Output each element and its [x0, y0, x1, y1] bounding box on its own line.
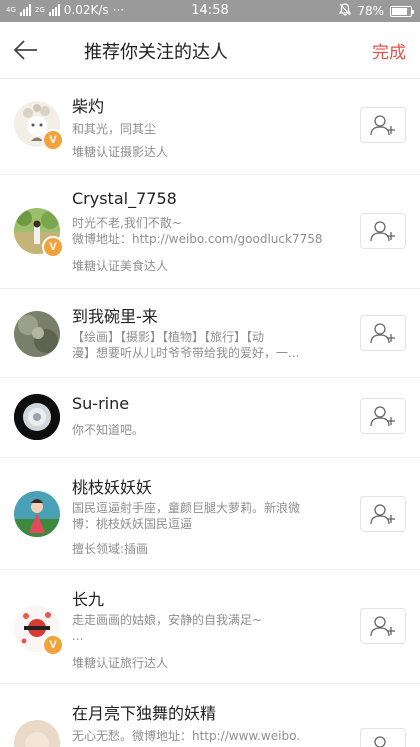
avatar-image	[14, 311, 60, 357]
verified-badge-icon: V	[42, 634, 64, 656]
avatar-image	[14, 720, 60, 747]
user-certification: 堆糖认证美食达人	[72, 259, 169, 273]
page-title: 推荐你关注的达人	[84, 42, 228, 63]
user-bio: 无心无愁。微博地址：http://www.weibo.	[72, 729, 301, 743]
battery-percent: 78%	[357, 4, 384, 18]
user-bio: 和其光，同其尘	[72, 122, 157, 136]
verified-badge-icon: V	[42, 236, 64, 258]
user-name[interactable]: 到我碗里-来	[72, 303, 158, 327]
add-user-icon	[374, 736, 386, 747]
follow-button[interactable]	[360, 213, 406, 249]
avatar[interactable]	[14, 311, 60, 357]
add-user-icon	[370, 323, 395, 344]
avatar[interactable]	[14, 720, 60, 747]
add-user-icon	[370, 115, 395, 136]
follow-button[interactable]	[360, 398, 406, 434]
list-item[interactable]: V 长九 走走画画的姑娘，安静的自我满足~ ... 堆糖认证旅行达人	[0, 570, 420, 684]
user-bio: 国民逗逼射手座，童颜巨腿大萝莉。新浪微 博：桃枝妖妖国民逗逼	[72, 501, 301, 531]
list-item[interactable]: V Crystal_7758 时光不老,我们不散~ 微博地址：http://we…	[0, 175, 420, 289]
recommended-user-list: V 柴灼 和其光，同其尘 堆糖认证摄影达人 V Crystal_7758 时光不…	[0, 79, 420, 747]
follow-button[interactable]	[360, 608, 406, 644]
follow-button[interactable]	[360, 728, 406, 747]
user-name[interactable]: Su-rine	[72, 394, 129, 413]
list-item[interactable]: 在月亮下独舞的妖精 无心无愁。微博地址：http://www.weibo.	[0, 684, 420, 747]
avatar[interactable]	[14, 491, 60, 537]
user-bio: 【绘画】【摄影】【植物】【旅行】【动 漫】想要听从儿时爷爷带给我的爱好，一...	[72, 330, 300, 360]
arrow-left-icon	[13, 40, 37, 60]
user-name[interactable]: 在月亮下独舞的妖精	[72, 700, 216, 724]
add-user-icon	[370, 504, 395, 525]
user-name[interactable]: 柴灼	[72, 93, 104, 117]
follow-button[interactable]	[360, 315, 406, 351]
user-name[interactable]: 长九	[72, 586, 104, 610]
avatar[interactable]: V	[14, 208, 64, 258]
verified-badge-icon: V	[42, 129, 64, 151]
battery-icon	[390, 5, 414, 17]
list-item[interactable]: V 柴灼 和其光，同其尘 堆糖认证摄影达人	[0, 79, 420, 175]
follow-button[interactable]	[360, 107, 406, 143]
add-user-icon	[370, 616, 395, 637]
done-button[interactable]: 完成	[372, 38, 406, 63]
add-user-icon	[370, 406, 395, 427]
list-item[interactable]: 到我碗里-来 【绘画】【摄影】【植物】【旅行】【动 漫】想要听从儿时爷爷带给我的…	[0, 289, 420, 378]
user-bio: 走走画画的姑娘，安静的自我满足~ ...	[72, 613, 263, 643]
user-name[interactable]: Crystal_7758	[72, 189, 177, 208]
avatar[interactable]: V	[14, 101, 64, 151]
avatar[interactable]: V	[14, 606, 64, 656]
user-certification: 堆糖认证旅行达人	[72, 656, 169, 670]
user-bio: 你不知道吧。	[72, 423, 145, 437]
back-button[interactable]	[12, 36, 40, 64]
follow-button[interactable]	[360, 496, 406, 532]
status-bar: 4G 2G 0.02K/s ··· 14:58 78%	[0, 0, 420, 22]
add-user-icon	[370, 221, 395, 242]
avatar-image	[14, 394, 60, 440]
user-certification: 堆糖认证摄影达人	[72, 145, 169, 159]
mute-bell-icon	[339, 3, 352, 19]
user-name[interactable]: 桃枝妖妖妖	[72, 474, 152, 498]
user-bio: 时光不老,我们不散~ 微博地址：http://weibo.com/goodluc…	[72, 216, 323, 246]
user-certification: 擅长领域:插画	[72, 542, 149, 556]
list-item[interactable]: 桃枝妖妖妖 国民逗逼射手座，童颜巨腿大萝莉。新浪微 博：桃枝妖妖国民逗逼 擅长领…	[0, 458, 420, 570]
status-right: 78%	[339, 3, 414, 19]
avatar[interactable]	[14, 394, 60, 440]
avatar-image	[14, 491, 60, 537]
top-bar: 推荐你关注的达人 完成	[0, 22, 420, 79]
list-item[interactable]: Su-rine 你不知道吧。	[0, 378, 420, 458]
